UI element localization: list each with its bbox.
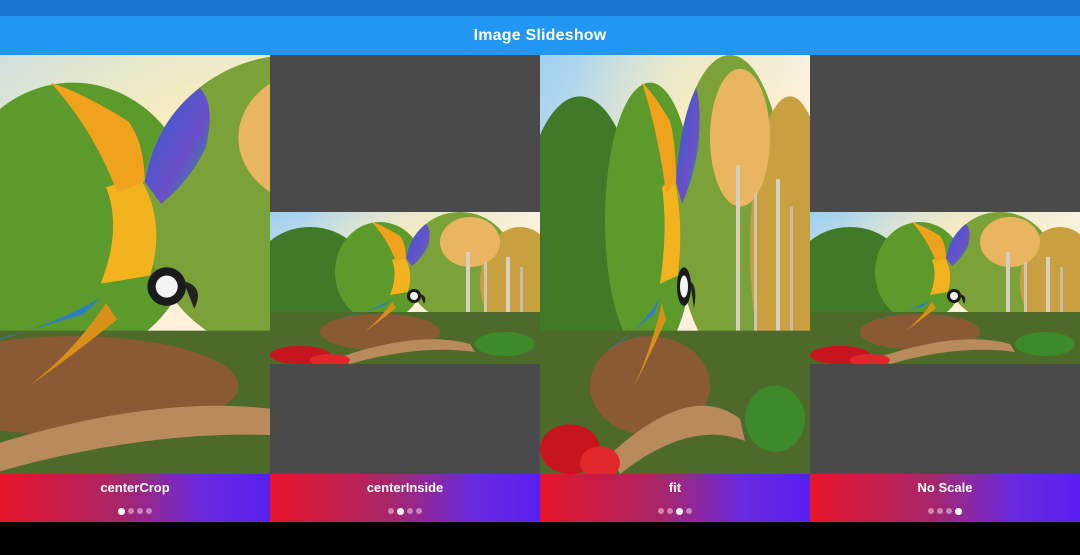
page-dot[interactable] [128,508,134,514]
slide-caption: centerCrop [0,474,270,522]
page-dot-active[interactable] [955,507,962,515]
slide-image [540,55,810,474]
slideshow-strip[interactable]: centerCrop centerInside fit No Scale [0,55,1080,522]
page-dot[interactable] [686,508,692,514]
slide-caption: fit [540,474,810,522]
slide-image [270,212,540,364]
slide-center-crop[interactable]: centerCrop [0,55,270,522]
page-dot-active[interactable] [397,507,404,515]
slide-label: No Scale [917,480,973,495]
navigation-bar [0,522,1080,555]
page-indicator [270,507,540,515]
slide-fit[interactable]: fit [540,55,810,522]
page-dot[interactable] [416,508,422,514]
page-dot[interactable] [667,508,673,514]
page-dot-active[interactable] [118,507,125,515]
page-dot[interactable] [407,508,413,514]
page-dot[interactable] [388,508,394,514]
slide-label: centerCrop [100,480,170,495]
slide-image [0,55,270,474]
page-dot[interactable] [146,508,152,514]
page-indicator [0,507,270,515]
page-dot[interactable] [946,508,952,514]
app-bar: Image Slideshow [0,16,1080,55]
page-dot[interactable] [928,508,934,514]
slide-label: centerInside [366,480,444,495]
status-bar [0,0,1080,16]
page-dot-active[interactable] [676,507,683,515]
page-title: Image Slideshow [473,26,607,44]
page-dot[interactable] [937,508,943,514]
page-dot[interactable] [658,508,664,514]
slide-no-scale[interactable]: No Scale [810,55,1080,522]
slide-caption: centerInside [270,474,540,522]
page-indicator [810,507,1080,515]
page-indicator [540,507,810,515]
slide-image [810,212,1080,364]
page-dot[interactable] [137,508,143,514]
slide-label: fit [668,480,682,495]
slide-center-inside[interactable]: centerInside [270,55,540,522]
slide-caption: No Scale [810,474,1080,522]
